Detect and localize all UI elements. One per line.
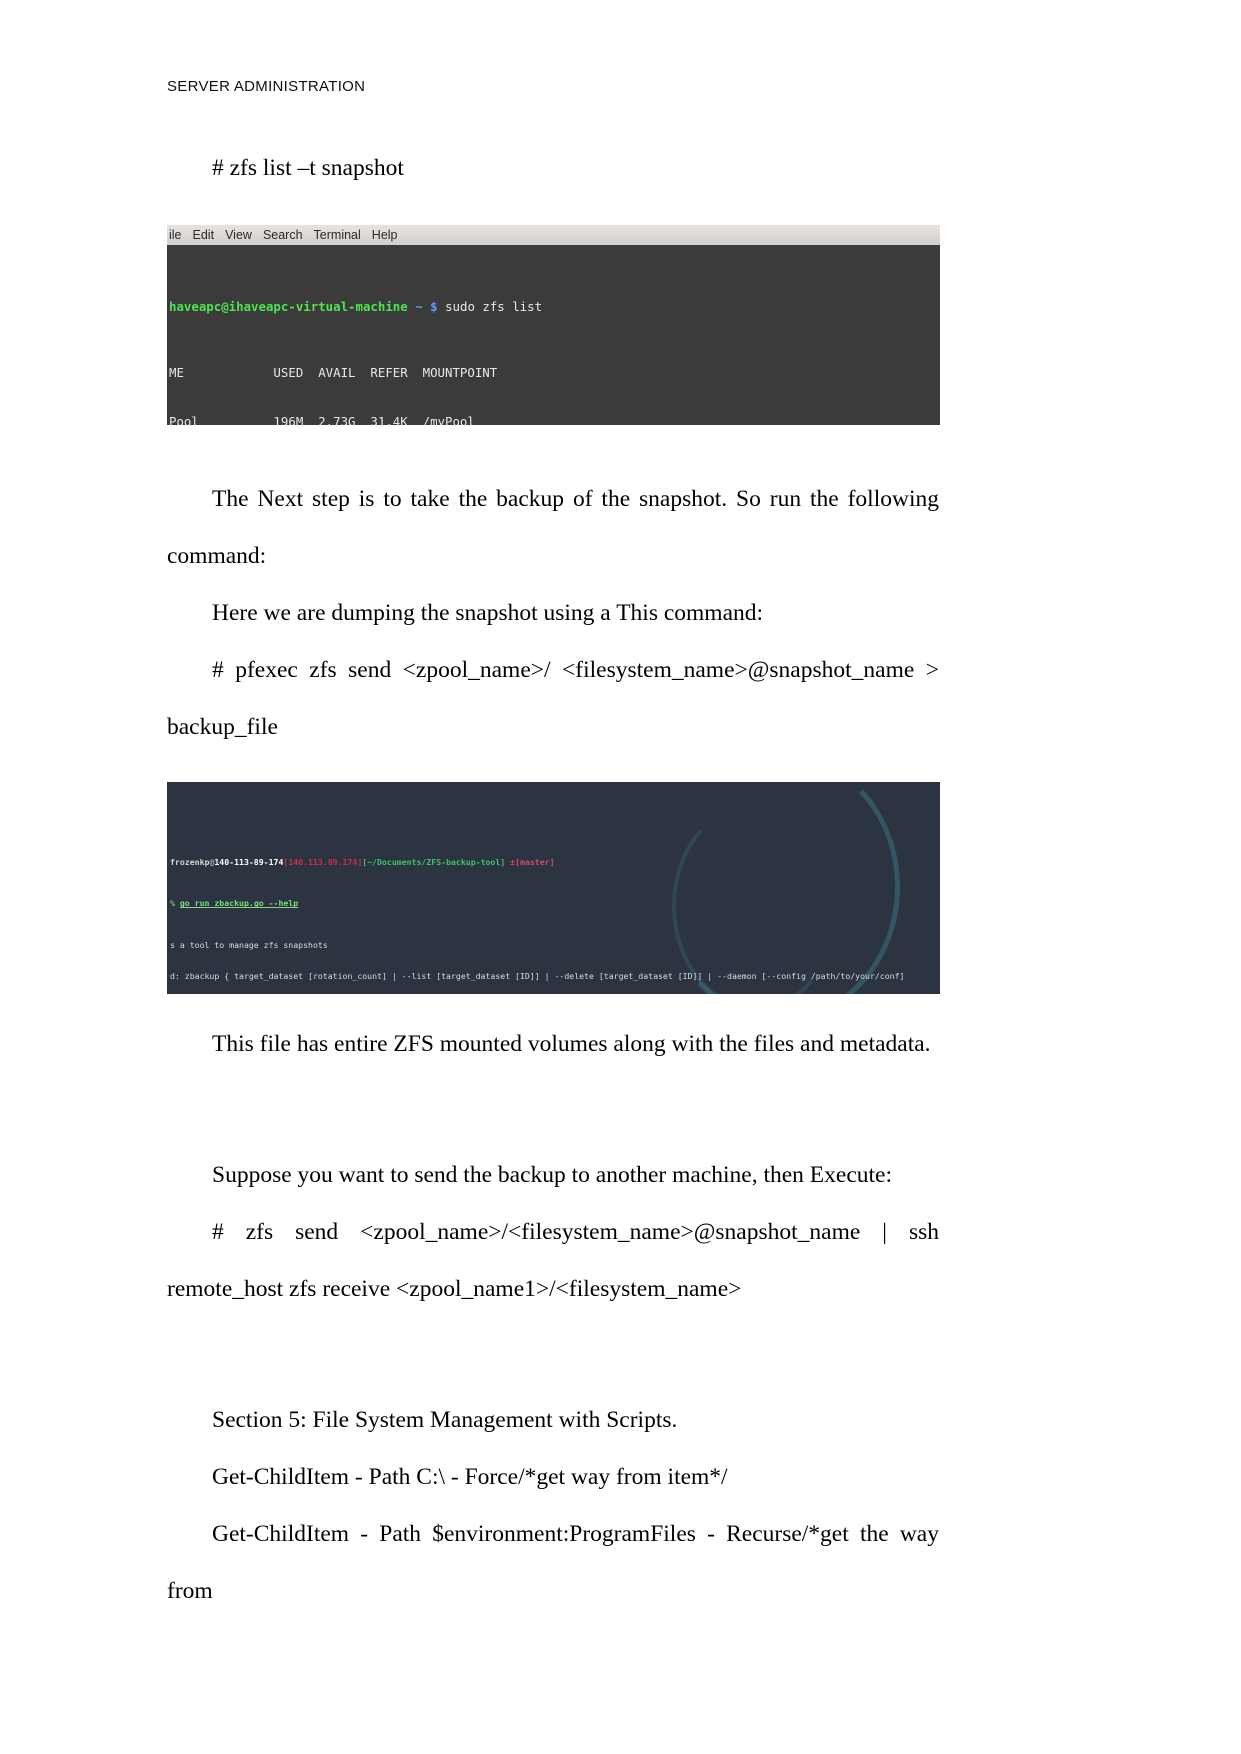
terminal-command-zfs-list: sudo zfs list <box>445 298 543 314</box>
prompt-username: frozenkp <box>170 856 210 867</box>
help-line: s a tool to manage zfs snapshots <box>170 940 328 951</box>
prompt-cwd: ~ <box>415 298 423 314</box>
menu-item-edit[interactable]: Edit <box>193 228 215 242</box>
prompt-dollar: $ <box>430 298 438 314</box>
prompt-working-directory: [~/Documents/ZFS-backup-tool] <box>362 856 506 867</box>
prompt-git-branch: [master] <box>515 856 555 867</box>
paragraph-suppose-send-backup: Suppose you want to send the backup to a… <box>212 1162 893 1188</box>
document-content: # zfs list –t snapshot ile Edit View Sea… <box>167 140 940 1620</box>
prompt-user-host: haveapc@ihaveapc-virtual-machine <box>169 298 408 314</box>
paragraph-next-step: The Next step is to take the backup of t… <box>167 486 939 569</box>
terminal-menubar: ile Edit View Search Terminal Help <box>167 225 940 245</box>
prompt-ip-address: [140.113.89.174] <box>283 856 363 867</box>
terminal-two-command-line: % go run zbackup.go --help <box>170 898 940 908</box>
terminal-screenshot-zfs-list: ile Edit View Search Terminal Help havea… <box>167 225 940 425</box>
menu-item-file[interactable]: ile <box>169 228 182 242</box>
terminal-two-output: frozenkp@140-113-89-174[140.113.89.174][… <box>170 836 940 994</box>
terminal-output-area: haveapc@ihaveapc-virtual-machine ~ $ sud… <box>167 245 940 426</box>
command-get-childitem-recurse: Get-ChildItem - Path $environment:Progra… <box>167 1521 939 1604</box>
running-header: SERVER ADMINISTRATION <box>167 78 366 95</box>
help-line: d: zbackup { target_dataset [rotation_co… <box>170 971 905 982</box>
menu-item-view[interactable]: View <box>225 228 252 242</box>
terminal-table-header: ME USED AVAIL REFER MOUNTPOINT <box>169 364 498 380</box>
paragraph-entire-zfs-volumes: This file has entire ZFS mounted volumes… <box>212 1031 931 1057</box>
paragraph-dumping-snapshot: Here we are dumping the snapshot using a… <box>212 600 764 626</box>
command-zfs-list-snapshot: # zfs list –t snapshot <box>212 155 404 181</box>
terminal-command-go-run: go run zbackup.go --help <box>179 898 299 909</box>
command-zfs-send-ssh: # zfs send <zpool_name>/<filesystem_name… <box>167 1219 939 1302</box>
menu-item-search[interactable]: Search <box>263 228 303 242</box>
terminal-screenshot-zbackup-help: frozenkp@140-113-89-174[140.113.89.174][… <box>167 782 940 994</box>
menu-item-help[interactable]: Help <box>372 228 398 242</box>
terminal-prompt-line-1: haveapc@ihaveapc-virtual-machine ~ $ sud… <box>169 299 940 316</box>
document-page: SERVER ADMINISTRATION # zfs list –t snap… <box>0 0 1241 1754</box>
menu-item-terminal[interactable]: Terminal <box>314 228 361 242</box>
terminal-two-prompt-line: frozenkp@140-113-89-174[140.113.89.174][… <box>170 857 940 867</box>
prompt-hostname: 140-113-89-174 <box>214 856 284 867</box>
terminal-table-row: Pool 196M 2.73G 31.4K /myPool <box>169 414 475 425</box>
command-pfexec-zfs-send: # pfexec zfs send <zpool_name>/ <filesys… <box>167 657 939 740</box>
command-get-childitem-force: Get-ChildItem - Path C:\ - Force/*get wa… <box>212 1464 728 1490</box>
heading-section-5: Section 5: File System Management with S… <box>212 1407 678 1433</box>
